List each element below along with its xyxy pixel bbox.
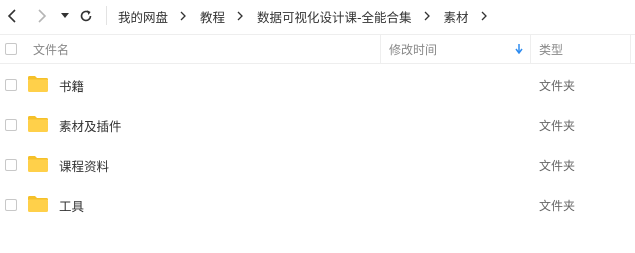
breadcrumb-separator-icon [237,11,243,21]
chevron-right-icon [38,9,47,23]
folder-icon [28,196,48,212]
row-checkbox[interactable] [5,199,17,211]
forward-button[interactable] [34,6,50,26]
back-button[interactable] [4,6,20,26]
folder-icon [28,116,48,132]
column-divider [380,35,381,63]
breadcrumb-item-root[interactable]: 我的网盘 [118,7,168,26]
toolbar-divider [106,6,107,25]
file-type: 文件夹 [539,78,576,93]
file-row[interactable]: 书籍 文件夹 [0,65,635,105]
chevron-left-icon [7,9,16,23]
folder-icon [28,156,48,172]
file-type: 文件夹 [539,158,576,173]
refresh-icon [80,10,92,22]
select-all-checkbox[interactable] [5,43,17,55]
column-header-type[interactable]: 类型 [539,35,563,63]
folder-icon [28,76,48,92]
file-name[interactable]: 素材及插件 [59,105,122,145]
breadcrumb-item-current[interactable]: 素材 [444,7,469,26]
file-row[interactable]: 工具 文件夹 [0,185,635,225]
breadcrumb-item-course[interactable]: 数据可视化设计课-全能合集 [257,7,412,26]
file-name[interactable]: 书籍 [59,65,84,105]
file-row[interactable]: 素材及插件 文件夹 [0,105,635,145]
breadcrumb-separator-icon [424,11,430,21]
sort-descending-indicator[interactable] [515,35,523,63]
column-divider [530,35,531,63]
column-header-modified[interactable]: 修改时间 [389,35,437,63]
history-dropdown-button[interactable] [59,6,71,26]
file-name[interactable]: 工具 [59,185,84,225]
arrow-down-icon [515,44,523,54]
breadcrumb-separator-icon [481,11,487,21]
breadcrumb: 我的网盘 教程 数据可视化设计课-全能合集 素材 [118,0,501,32]
file-name[interactable]: 课程资料 [59,145,109,185]
file-row[interactable]: 课程资料 文件夹 [0,145,635,185]
row-checkbox[interactable] [5,159,17,171]
toolbar: 我的网盘 教程 数据可视化设计课-全能合集 素材 [0,0,635,32]
row-checkbox[interactable] [5,79,17,91]
file-type: 文件夹 [539,118,576,133]
file-type: 文件夹 [539,198,576,213]
refresh-button[interactable] [78,6,94,26]
file-list-header: 文件名 修改时间 类型 [0,34,635,64]
column-divider [630,35,631,63]
caret-down-icon [61,13,69,18]
column-header-name[interactable]: 文件名 [33,35,69,63]
breadcrumb-item-tutorial[interactable]: 教程 [200,7,225,26]
breadcrumb-separator-icon [180,11,186,21]
row-checkbox[interactable] [5,119,17,131]
